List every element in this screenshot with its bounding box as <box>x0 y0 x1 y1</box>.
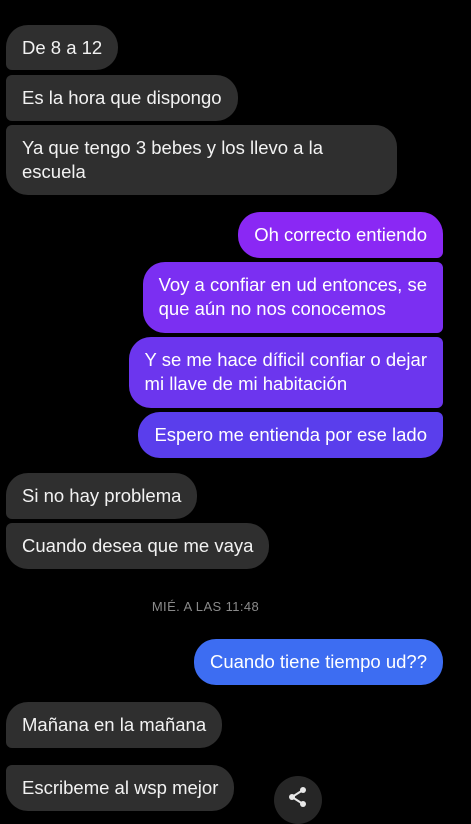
message-bubble-incoming[interactable]: Ya que tengo 3 bebes y los llevo a la es… <box>6 125 397 195</box>
share-button[interactable] <box>274 776 322 824</box>
message-bubble-incoming[interactable]: De 8 a 12 <box>6 25 119 70</box>
message-bubble-incoming[interactable]: Es la hora que dispongo <box>6 75 238 121</box>
message-bubble-incoming[interactable]: Si no hay problema <box>6 473 198 519</box>
message-bubble-outgoing[interactable]: Cuando tiene tiempo ud?? <box>193 639 443 685</box>
message-timestamp: MIÉ. A LAS 11:48 <box>151 599 260 614</box>
share-icon <box>289 787 306 807</box>
message-bubble-incoming[interactable]: Mañana en la mañana <box>6 702 223 748</box>
message-bubble-outgoing[interactable]: Oh correcto entiendo <box>238 212 443 258</box>
message-bubble-incoming[interactable]: Escribeme al wsp mejor <box>6 765 235 811</box>
message-bubble-outgoing[interactable]: Voy a confiar en ud entonces, se que aún… <box>142 262 443 333</box>
message-bubble-incoming[interactable]: Cuando desea que me vaya <box>6 523 270 569</box>
message-bubble-outgoing[interactable]: Espero me entienda por ese lado <box>138 412 443 458</box>
message-bubble-outgoing[interactable]: Y se me hace díficil confiar o dejar mi … <box>128 337 443 408</box>
